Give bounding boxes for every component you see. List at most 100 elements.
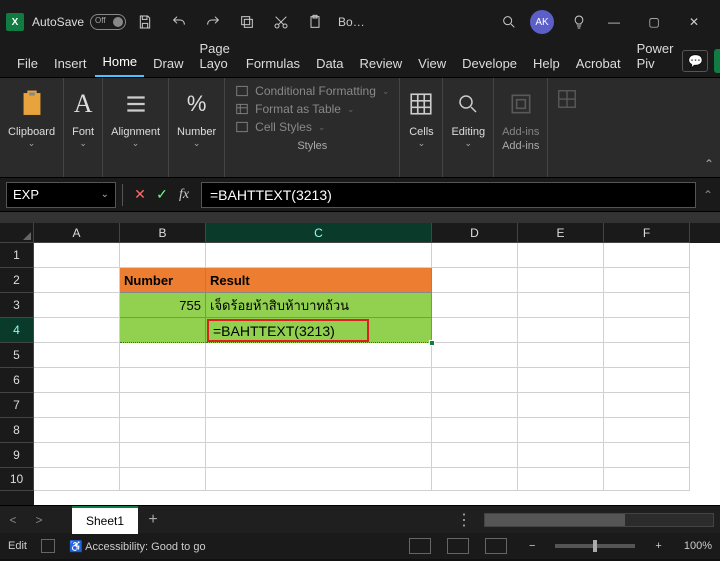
cell[interactable]: [432, 418, 518, 443]
cell[interactable]: [34, 368, 120, 393]
group-addins[interactable]: Add-ins: [494, 78, 547, 140]
undo-icon[interactable]: [164, 7, 194, 37]
tab-insert[interactable]: Insert: [47, 50, 94, 77]
cell[interactable]: [518, 343, 604, 368]
cell[interactable]: [432, 468, 518, 491]
cell[interactable]: [206, 368, 432, 393]
cell[interactable]: [120, 418, 206, 443]
row-header[interactable]: 7: [0, 393, 34, 418]
cell[interactable]: [206, 418, 432, 443]
close-button[interactable]: ✕: [674, 7, 714, 37]
cell[interactable]: [34, 393, 120, 418]
cell[interactable]: [604, 418, 690, 443]
sheet-nav-prev[interactable]: <: [0, 513, 26, 527]
group-font[interactable]: A Font ⌄: [64, 78, 103, 177]
cell[interactable]: [432, 318, 518, 343]
fill-handle[interactable]: [429, 340, 435, 346]
scrollbar-thumb[interactable]: [485, 514, 625, 526]
group-cells[interactable]: Cells ⌄: [400, 78, 443, 177]
cut-icon[interactable]: [266, 7, 296, 37]
cell[interactable]: [604, 443, 690, 468]
name-box[interactable]: EXP⌄: [6, 182, 116, 208]
tab-powerpivot[interactable]: Power Piv: [630, 35, 681, 77]
toggle-switch[interactable]: Off: [90, 14, 126, 30]
col-header-E[interactable]: E: [518, 223, 604, 243]
row-header[interactable]: 5: [0, 343, 34, 368]
cell[interactable]: [206, 243, 432, 268]
chevron-down-icon[interactable]: ⌄: [101, 189, 109, 200]
cell-B4[interactable]: [120, 318, 206, 343]
cell[interactable]: [604, 468, 690, 491]
share-button[interactable]: [714, 49, 720, 73]
cell[interactable]: [604, 293, 690, 318]
group-clipboard[interactable]: Clipboard ⌄: [0, 78, 64, 177]
row-header[interactable]: 4: [0, 318, 34, 343]
row-header[interactable]: 6: [0, 368, 34, 393]
row-header[interactable]: 8: [0, 418, 34, 443]
zoom-out-button[interactable]: −: [529, 540, 535, 552]
cell-B2[interactable]: Number: [120, 268, 206, 293]
tab-developer[interactable]: Develope: [455, 50, 524, 77]
cell-C3[interactable]: เจ็ดร้อยห้าสิบห้าบาทถ้วน: [206, 293, 432, 318]
group-alignment[interactable]: Alignment ⌄: [103, 78, 169, 177]
col-header-C[interactable]: C: [206, 223, 432, 243]
cell[interactable]: [432, 393, 518, 418]
cancel-formula-button[interactable]: ✕: [129, 186, 151, 203]
view-normal-icon[interactable]: [409, 538, 431, 554]
cell[interactable]: [34, 268, 120, 293]
cells-area[interactable]: NumberResult 755เจ็ดร้อยห้าสิบห้าบาทถ้วน…: [34, 243, 720, 505]
cell[interactable]: [120, 343, 206, 368]
cell[interactable]: [518, 443, 604, 468]
cell[interactable]: [432, 293, 518, 318]
horizontal-scrollbar[interactable]: [484, 513, 714, 527]
col-header-D[interactable]: D: [432, 223, 518, 243]
cell-editor[interactable]: =BAHTTEXT(3213): [207, 319, 369, 342]
doc-title[interactable]: Bo…: [334, 7, 369, 37]
row-header[interactable]: 10: [0, 468, 34, 491]
cell[interactable]: [518, 293, 604, 318]
save-icon[interactable]: [130, 7, 160, 37]
tab-acrobat[interactable]: Acrobat: [569, 50, 628, 77]
row-header[interactable]: 9: [0, 443, 34, 468]
tab-draw[interactable]: Draw: [146, 50, 190, 77]
row-header[interactable]: 3: [0, 293, 34, 318]
cell[interactable]: [604, 318, 690, 343]
tab-home[interactable]: Home: [95, 48, 144, 77]
zoom-in-button[interactable]: +: [655, 540, 661, 552]
cell[interactable]: [34, 418, 120, 443]
cell[interactable]: [518, 243, 604, 268]
row-header[interactable]: 2: [0, 268, 34, 293]
view-page-break-icon[interactable]: [485, 538, 507, 554]
cell[interactable]: [34, 443, 120, 468]
cell[interactable]: [604, 393, 690, 418]
cell-B3[interactable]: 755: [120, 293, 206, 318]
cell[interactable]: [518, 393, 604, 418]
macro-record-icon[interactable]: [41, 539, 55, 553]
cell[interactable]: [120, 443, 206, 468]
cell[interactable]: [518, 268, 604, 293]
sheet-nav-next[interactable]: >: [26, 513, 52, 527]
cell[interactable]: [34, 243, 120, 268]
user-avatar[interactable]: AK: [530, 10, 554, 34]
cell[interactable]: [206, 343, 432, 368]
lightbulb-icon[interactable]: [564, 7, 594, 37]
accessibility-status[interactable]: ♿ Accessibility: Good to go: [69, 540, 206, 553]
cell[interactable]: [518, 468, 604, 491]
cell[interactable]: [518, 318, 604, 343]
minimize-button[interactable]: —: [594, 7, 634, 37]
collapse-ribbon-icon[interactable]: ⌃: [704, 157, 714, 171]
row-header[interactable]: 1: [0, 243, 34, 268]
cell[interactable]: [34, 293, 120, 318]
cell[interactable]: [120, 393, 206, 418]
paste-icon[interactable]: [300, 7, 330, 37]
group-editing[interactable]: Editing ⌄: [443, 78, 494, 177]
sheet-options-icon[interactable]: ⋮: [456, 510, 474, 530]
group-extra[interactable]: [548, 78, 586, 177]
col-header-F[interactable]: F: [604, 223, 690, 243]
search-icon[interactable]: [494, 7, 524, 37]
cell[interactable]: [604, 343, 690, 368]
redo-icon[interactable]: [198, 7, 228, 37]
zoom-slider[interactable]: [555, 544, 635, 548]
tab-file[interactable]: File: [10, 50, 45, 77]
cell[interactable]: [518, 368, 604, 393]
